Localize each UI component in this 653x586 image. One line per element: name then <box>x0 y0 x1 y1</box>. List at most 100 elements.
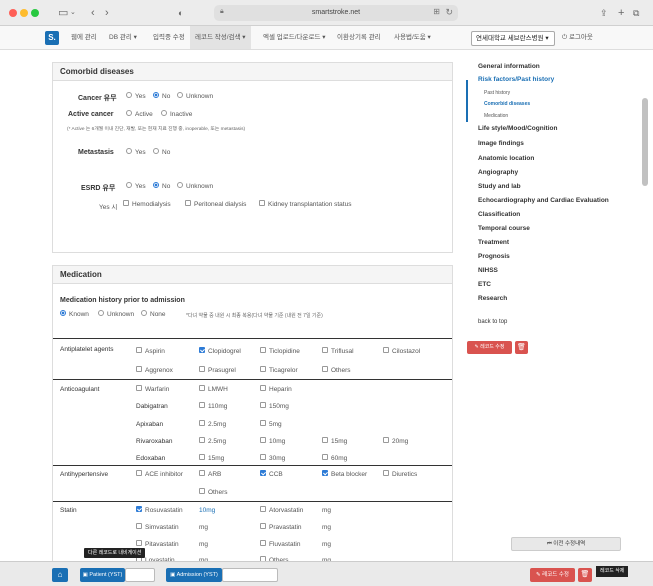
aggrenox-checkbox[interactable]: Aggrenox <box>136 366 173 374</box>
section-link[interactable]: Research <box>478 295 507 302</box>
sidebar-toggle-icon[interactable]: ▭ <box>58 5 68 21</box>
maximize-window-button[interactable] <box>31 9 39 17</box>
subsection-link[interactable]: Past history <box>484 90 510 96</box>
nav-item-5[interactable]: 이환상기록 관리 <box>332 26 386 49</box>
esrd-unknown-radio[interactable]: Unknown <box>177 182 213 190</box>
dabigatran-150-checkbox[interactable]: 150mg <box>260 402 289 410</box>
section-link-active[interactable]: Risk factors/Past history <box>478 76 554 83</box>
scrollbar[interactable] <box>640 50 650 560</box>
rivaroxaban-20-checkbox[interactable]: 20mg <box>383 437 408 445</box>
forward-arrow-icon[interactable]: › <box>105 5 109 21</box>
section-link[interactable]: NIHSS <box>478 267 498 274</box>
section-link[interactable]: Image findings <box>478 140 524 147</box>
cancer-unknown-radio[interactable]: Unknown <box>177 92 213 100</box>
pravastatin-dose[interactable]: mg <box>322 524 331 531</box>
nav-item-2[interactable]: 입력중 수정 <box>148 26 190 49</box>
kidney-tx-checkbox[interactable]: Kidney transplantation status <box>259 200 351 208</box>
pitavastatin-checkbox[interactable]: Pitavastatin <box>136 540 179 548</box>
scrollbar-thumb[interactable] <box>642 98 648 186</box>
antihypertensive-others-checkbox[interactable]: Others <box>199 488 228 496</box>
address-bar[interactable]: 🔒︎ smartstroke.net ⊞ ↻ <box>214 5 458 21</box>
edoxaban-60-checkbox[interactable]: 60mg <box>322 454 347 462</box>
section-link[interactable]: Anatomic location <box>478 155 534 162</box>
med-unknown-radio[interactable]: Unknown <box>98 310 134 318</box>
edoxaban-15-checkbox[interactable]: 15mg <box>199 454 224 462</box>
bottom-edit-button[interactable]: ✎ 레코드 수정 <box>530 568 575 582</box>
diuretics-checkbox[interactable]: Diuretics <box>383 470 417 478</box>
shield-icon[interactable]: ◐ <box>178 5 183 21</box>
esrd-yes-radio[interactable]: Yes <box>126 182 146 190</box>
section-link[interactable]: Temporal course <box>478 225 530 232</box>
arb-checkbox[interactable]: ARB <box>199 470 221 478</box>
simvastatin-dose[interactable]: mg <box>199 524 208 531</box>
cilostazol-checkbox[interactable]: Cilostazol <box>383 347 420 355</box>
active-radio[interactable]: Active <box>126 110 153 118</box>
clopidogrel-checkbox[interactable]: Clopidogrel <box>199 347 241 355</box>
hospital-select[interactable]: 연세대학교 세브란스병원 ▾ <box>471 31 555 46</box>
section-link[interactable]: ETC <box>478 281 491 288</box>
back-to-top-link[interactable]: back to top <box>478 319 507 325</box>
section-link[interactable]: Prognosis <box>478 253 510 260</box>
lmwh-checkbox[interactable]: LMWH <box>199 385 228 393</box>
subsection-link[interactable]: Medication <box>484 113 508 119</box>
simvastatin-checkbox[interactable]: Simvastatin <box>136 523 179 531</box>
apixaban-2-5-checkbox[interactable]: 2.5mg <box>199 420 226 428</box>
brand-logo[interactable]: S. <box>45 31 59 45</box>
none-radio[interactable]: None <box>141 310 166 318</box>
apixaban-5-checkbox[interactable]: 5mg <box>260 420 282 428</box>
cancer-yes-radio[interactable]: Yes <box>126 92 146 100</box>
known-radio[interactable]: Known <box>60 310 89 318</box>
section-link[interactable]: Angiography <box>478 169 518 176</box>
atorvastatin-checkbox[interactable]: Atorvastatin <box>260 506 303 514</box>
home-button[interactable]: ⌂ <box>52 568 68 582</box>
new-tab-icon[interactable]: + <box>618 5 624 21</box>
nav-item-0[interactable]: 웹에 관리 <box>66 26 102 49</box>
metastasis-no-radio[interactable]: No <box>153 148 170 156</box>
peritoneal-checkbox[interactable]: Peritoneal dialysis <box>185 200 246 208</box>
nav-item-6[interactable]: 사용법/도움 ▾ <box>389 26 436 49</box>
history-button[interactable]: ⏮ 이전 수정내역 <box>511 537 621 551</box>
delete-record-button[interactable]: 🗑︎ <box>515 341 528 354</box>
patient-nav-field[interactable] <box>125 568 155 582</box>
section-link[interactable]: Study and lab <box>478 183 521 190</box>
section-link[interactable]: Echocardiography and Cardiac Evaluation <box>478 197 609 204</box>
bottom-delete-button[interactable]: 🗑︎ <box>578 568 592 582</box>
aspirin-checkbox[interactable]: Aspirin <box>136 347 165 355</box>
reload-icon[interactable]: ↻ <box>445 7 453 18</box>
ace-inhibitor-checkbox[interactable]: ACE inhibitor <box>136 470 183 478</box>
ticlopidine-checkbox[interactable]: Ticlopidine <box>260 347 300 355</box>
ccb-checkbox[interactable]: CCB <box>260 470 283 478</box>
hemodialysis-checkbox[interactable]: Hemodialysis <box>123 200 171 208</box>
nav-item-1[interactable]: DB 관리 ▾ <box>104 26 142 49</box>
section-link[interactable]: General information <box>478 63 540 70</box>
rivaroxaban-15-checkbox[interactable]: 15mg <box>322 437 347 445</box>
patient-button[interactable]: ▣ Patient (YST) <box>80 568 125 582</box>
edit-record-button[interactable]: ✎ 레코드 수정 <box>467 341 512 354</box>
section-link[interactable]: Life style/Mood/Cognition <box>478 125 557 132</box>
rivaroxaban-2-5-checkbox[interactable]: 2.5mg <box>199 437 226 445</box>
section-link[interactable]: Classification <box>478 211 520 218</box>
section-link[interactable]: Treatment <box>478 239 509 246</box>
pravastatin-checkbox[interactable]: Pravastatin <box>260 523 302 531</box>
logout-link[interactable]: ⏻ 로그아웃 <box>562 31 593 45</box>
triflusal-checkbox[interactable]: Triflusal <box>322 347 354 355</box>
heparin-checkbox[interactable]: Heparin <box>260 385 292 393</box>
fluvastatin-checkbox[interactable]: Fluvastatin <box>260 540 300 548</box>
pitavastatin-dose[interactable]: mg <box>199 541 208 548</box>
translate-icon[interactable]: ⊞ <box>433 7 440 16</box>
inactive-radio[interactable]: Inactive <box>161 110 192 118</box>
antiplatelet-others-checkbox[interactable]: Others <box>322 366 351 374</box>
rosuvastatin-dose[interactable]: 10mg <box>199 507 215 514</box>
rivaroxaban-10-checkbox[interactable]: 10mg <box>260 437 285 445</box>
prasugrel-checkbox[interactable]: Prasugrel <box>199 366 236 374</box>
dabigatran-110-checkbox[interactable]: 110mg <box>199 402 227 410</box>
ticagrelor-checkbox[interactable]: Ticagrelor <box>260 366 298 374</box>
edoxaban-30-checkbox[interactable]: 30mg <box>260 454 285 462</box>
nav-item-3[interactable]: 레코드 작성/검색 ▾ <box>190 26 251 49</box>
minimize-window-button[interactable] <box>20 9 28 17</box>
admission-button[interactable]: ▣ Admission (YST) <box>166 568 222 582</box>
nav-item-4[interactable]: 엑셀 업로드/다운로드 ▾ <box>258 26 331 49</box>
fluvastatin-dose[interactable]: mg <box>322 541 331 548</box>
metastasis-yes-radio[interactable]: Yes <box>126 148 146 156</box>
share-icon[interactable]: ⇪ <box>600 5 608 21</box>
